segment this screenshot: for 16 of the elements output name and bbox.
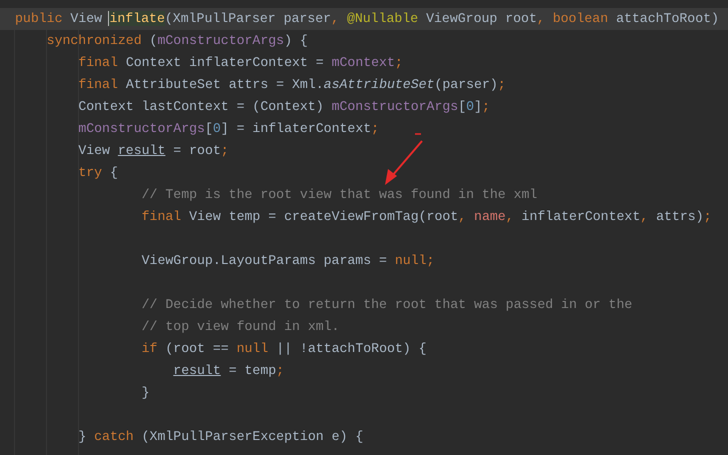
code-line: // Temp is the root view that was found in the xml	[140, 186, 538, 204]
code-line: final View temp = createViewFromTag(root, name, inflaterContext, attrs);	[140, 208, 713, 226]
code-line: // top view found in xml.	[140, 318, 340, 336]
code-line: Context lastContext = (Context) mConstructorArgs[0];	[77, 98, 491, 116]
code-line: View result = root;	[77, 142, 230, 160]
code-line: } catch (XmlPullParserException e) {	[77, 428, 364, 446]
code-line: if (root == null || !attachToRoot) {	[140, 340, 428, 358]
code-line: ViewGroup.LayoutParams params = null;	[140, 252, 436, 270]
code-line: synchronized (mConstructorArgs) {	[46, 32, 309, 50]
code-line: }	[140, 384, 151, 402]
code-line: final Context inflaterContext = mContext;	[77, 54, 404, 72]
code-line: result = temp;	[172, 362, 286, 380]
code-line: final AttributeSet attrs = Xml.asAttributeSet(parser);	[77, 76, 507, 94]
code-line: // Decide whether to return the root that was passed in or the	[140, 296, 634, 314]
code-line: mConstructorArgs[0] = inflaterContext;	[77, 120, 380, 138]
code-line: try {	[77, 164, 119, 182]
